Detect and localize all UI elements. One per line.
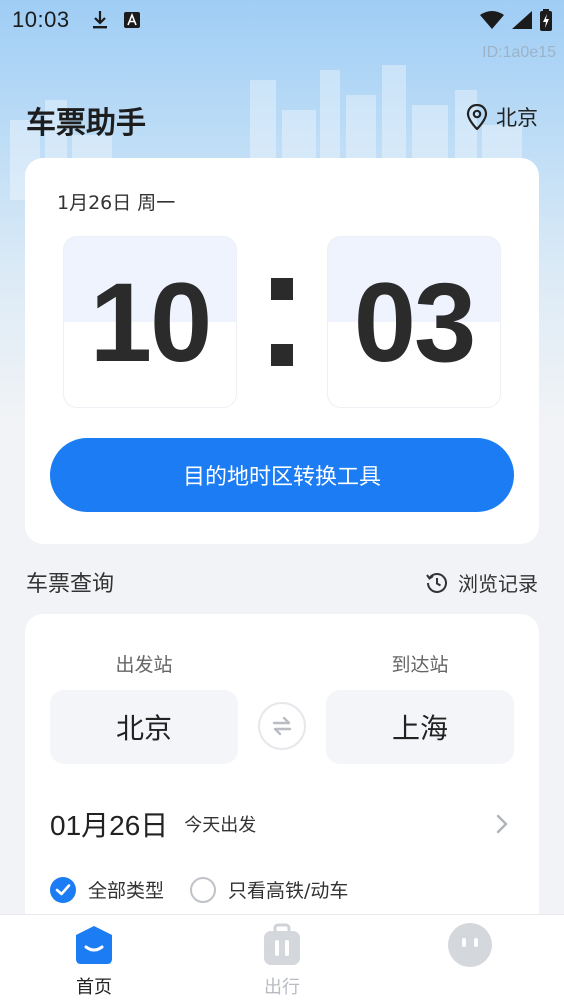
location-label: 北京 [496, 106, 538, 130]
chevron-right-icon [496, 814, 508, 834]
ticket-section-title: 车票查询 [26, 572, 115, 597]
history-icon [426, 572, 447, 593]
clock-hours: 10 [63, 236, 237, 408]
option-all-types-label: 全部类型 [88, 880, 165, 902]
checked-circle-icon [50, 876, 76, 903]
browse-history-label: 浏览记录 [458, 572, 538, 596]
tab-home[interactable]: 首页 [0, 915, 188, 1004]
train-type-options: 全部类型 只看高铁/动车 [50, 876, 374, 903]
text-input-icon [123, 12, 140, 28]
arrival-station[interactable]: 上海 [326, 690, 514, 764]
departure-date-row[interactable]: 01月26日 今天出发 [50, 804, 514, 844]
swap-stations-button[interactable] [258, 702, 306, 750]
location-pin-icon [466, 104, 488, 130]
battery-icon [540, 9, 552, 31]
home-icon [76, 926, 112, 964]
departure-label: 出发站 [115, 654, 173, 676]
browse-history-button[interactable]: 浏览记录 [426, 568, 538, 597]
departure-date: 01月26日 [50, 810, 169, 841]
option-all-types[interactable]: 全部类型 [50, 876, 164, 903]
ticket-query-card: 出发站 到达站 北京 上海 01月26日 今天出发 全部类型 只看高铁/动车 [25, 614, 539, 934]
tab-travel-label: 出行 [264, 977, 300, 998]
status-time: 10:03 [12, 7, 70, 32]
luggage-icon [264, 923, 300, 965]
download-icon [92, 11, 107, 29]
clock-colon [271, 278, 293, 368]
tab-home-label: 首页 [76, 977, 112, 998]
app-title: 车票助手 [26, 106, 146, 141]
location-selector[interactable]: 北京 [466, 102, 538, 132]
option-high-speed-only[interactable]: 只看高铁/动车 [190, 876, 348, 903]
clock-minutes: 03 [327, 236, 501, 408]
wifi-icon [480, 11, 504, 29]
signal-icon [512, 11, 532, 29]
bottom-tab-bar: 首页 出行 [0, 914, 564, 1004]
tab-profile[interactable] [376, 915, 564, 1004]
tab-travel[interactable]: 出行 [188, 915, 376, 1004]
smiley-icon [448, 923, 492, 967]
current-date: 1月26日 周一 [57, 192, 176, 214]
departure-date-hint: 今天出发 [184, 815, 257, 836]
watermark-id: ID:1a0e15 [482, 44, 556, 61]
unchecked-circle-icon [190, 876, 217, 903]
timezone-convert-button[interactable]: 目的地时区转换工具 [50, 438, 514, 512]
clock-card: 1月26日 周一 10 03 目的地时区转换工具 [25, 158, 539, 544]
arrival-label: 到达站 [391, 654, 449, 676]
departure-station[interactable]: 北京 [50, 690, 238, 764]
swap-icon [272, 716, 292, 736]
option-high-speed-label: 只看高铁/动车 [228, 880, 349, 902]
status-bar: 10:03 [0, 0, 564, 40]
